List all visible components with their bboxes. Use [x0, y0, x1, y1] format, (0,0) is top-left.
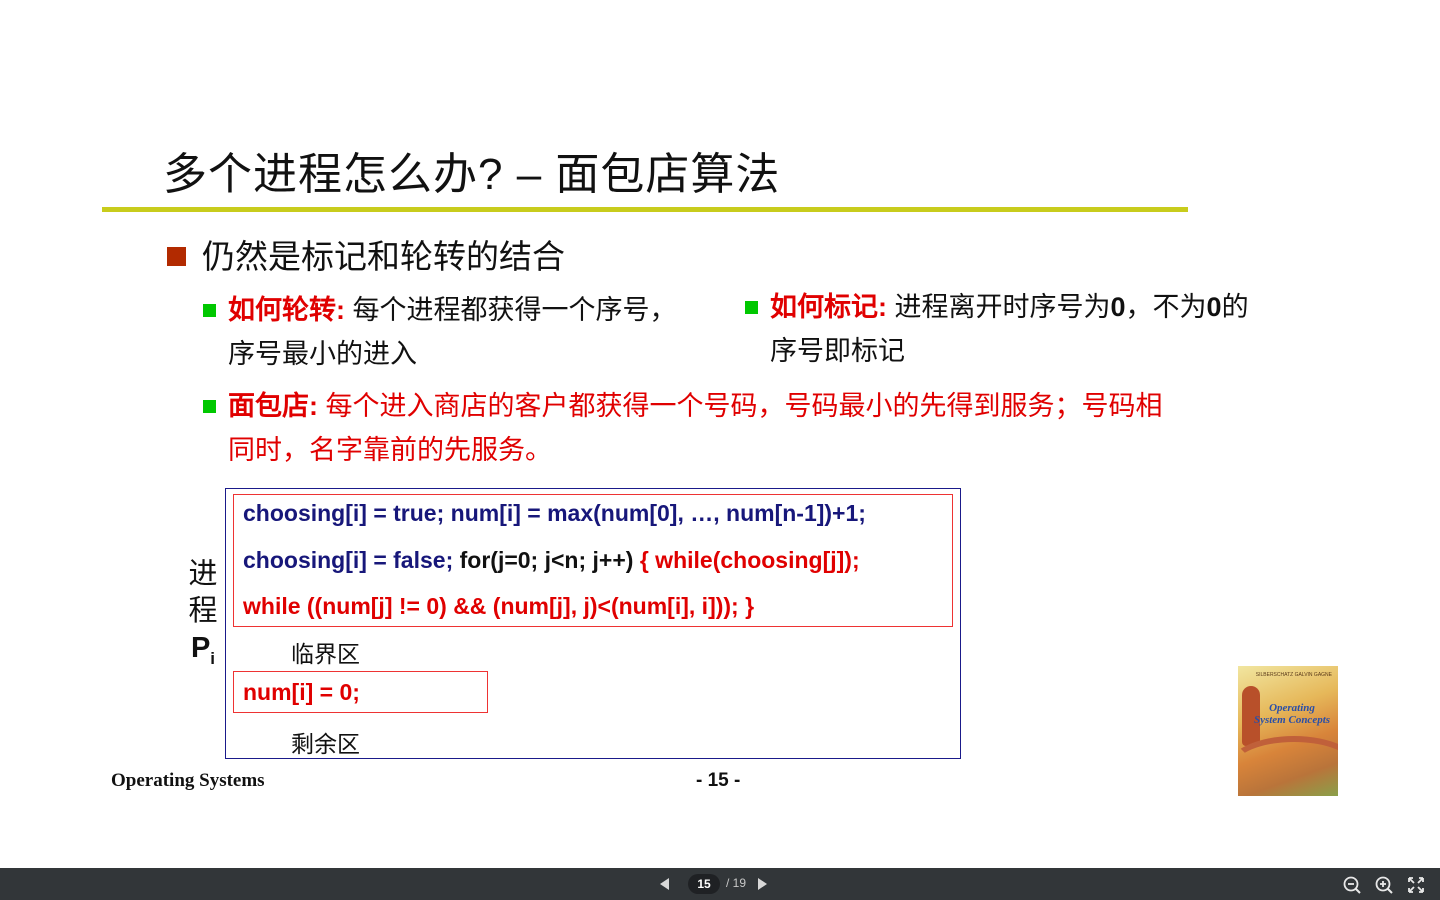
process-char-1: 进	[188, 558, 218, 590]
slide-title: 多个进程怎么办? – 面包店算法	[163, 150, 781, 199]
marking-text-2: 序号即标记	[770, 336, 905, 366]
process-p: P	[190, 632, 211, 664]
critical-section-label: 临界区	[291, 641, 360, 667]
square-bullet-icon	[203, 400, 216, 414]
sub-bullet-rotation: 如何轮转: 每个进程都获得一个序号， 序号最小的进入	[203, 288, 723, 376]
footer-page-number: - 15 -	[696, 770, 741, 791]
bakery-text-1: 每个进入商店的客户都获得一个号码，号码最小的先得到服务；号码相	[318, 391, 1163, 421]
code-line-1: choosing[i] = true; num[i] = max(num[0],…	[243, 500, 866, 526]
code-line-3: while ((num[j] != 0) && (num[j], j)<(num…	[243, 593, 755, 619]
code-line-2-black: for(j=0; j<n; j++)	[459, 547, 640, 573]
square-bullet-icon	[203, 304, 216, 318]
marking-text-1b: ，不为	[1125, 292, 1207, 322]
remainder-section-label: 剩余区	[291, 731, 360, 757]
code-line-2-navy: choosing[i] = false;	[243, 547, 460, 573]
bakery-text-2: 同时，名字靠前的先服务。	[228, 435, 552, 465]
code-line-2-red: { while(choosing[j]);	[639, 547, 860, 573]
square-bullet-icon	[167, 246, 186, 266]
snake-illustration	[1238, 736, 1338, 796]
marking-zero-2: 0	[1206, 292, 1222, 322]
process-label: 进 程 Pi	[186, 556, 220, 677]
code-line-reset: num[i] = 0;	[243, 679, 360, 705]
page-number-input[interactable]: 15	[688, 874, 720, 894]
pdf-viewer-toolbar	[0, 868, 1440, 900]
rotation-text-1: 每个进程都获得一个序号，	[345, 295, 677, 325]
main-bullet-text: 仍然是标记和轮转的结合	[202, 238, 565, 275]
footer-course: Operating Systems	[111, 770, 265, 791]
slide-canvas: 多个进程怎么办? – 面包店算法 仍然是标记和轮转的结合 如何轮转: 每个进程都…	[0, 0, 1440, 868]
marking-zero-1: 0	[1110, 292, 1126, 322]
marking-text-1c: 的	[1221, 292, 1249, 322]
process-subscript: i	[210, 648, 216, 668]
sub-bullet-marking: 如何标记: 进程离开时序号为0，不为0的 序号即标记	[745, 285, 1335, 373]
zoom-out-icon[interactable]	[1342, 875, 1362, 895]
code-line-2: choosing[i] = false; for(j=0; j<n; j++) …	[243, 547, 860, 574]
book-cover-image: SILBERSCHATZ GALVIN GAGNE Operating Syst…	[1238, 666, 1338, 796]
rotation-text-2: 序号最小的进入	[228, 339, 417, 369]
process-char-2: 程	[188, 595, 218, 627]
marking-text-1a: 进程离开时序号为	[887, 292, 1111, 322]
book-authors: SILBERSCHATZ GALVIN GAGNE	[1255, 672, 1332, 678]
previous-page-icon[interactable]	[660, 878, 669, 890]
book-title: Operating System Concepts	[1253, 702, 1331, 726]
page-total: / 19	[726, 876, 747, 890]
rotation-lead: 如何轮转:	[228, 295, 345, 325]
sub-bullet-bakery: 面包店: 每个进入商店的客户都获得一个号码，号码最小的先得到服务；号码相 同时，…	[203, 384, 1313, 472]
zoom-in-icon[interactable]	[1374, 875, 1394, 895]
bakery-lead: 面包店:	[228, 391, 318, 421]
title-underline	[102, 207, 1188, 212]
fit-screen-icon[interactable]	[1406, 875, 1426, 895]
next-page-icon[interactable]	[758, 878, 767, 890]
square-bullet-icon	[745, 301, 758, 315]
main-bullet: 仍然是标记和轮转的结合	[167, 230, 565, 278]
marking-lead: 如何标记:	[770, 292, 887, 322]
